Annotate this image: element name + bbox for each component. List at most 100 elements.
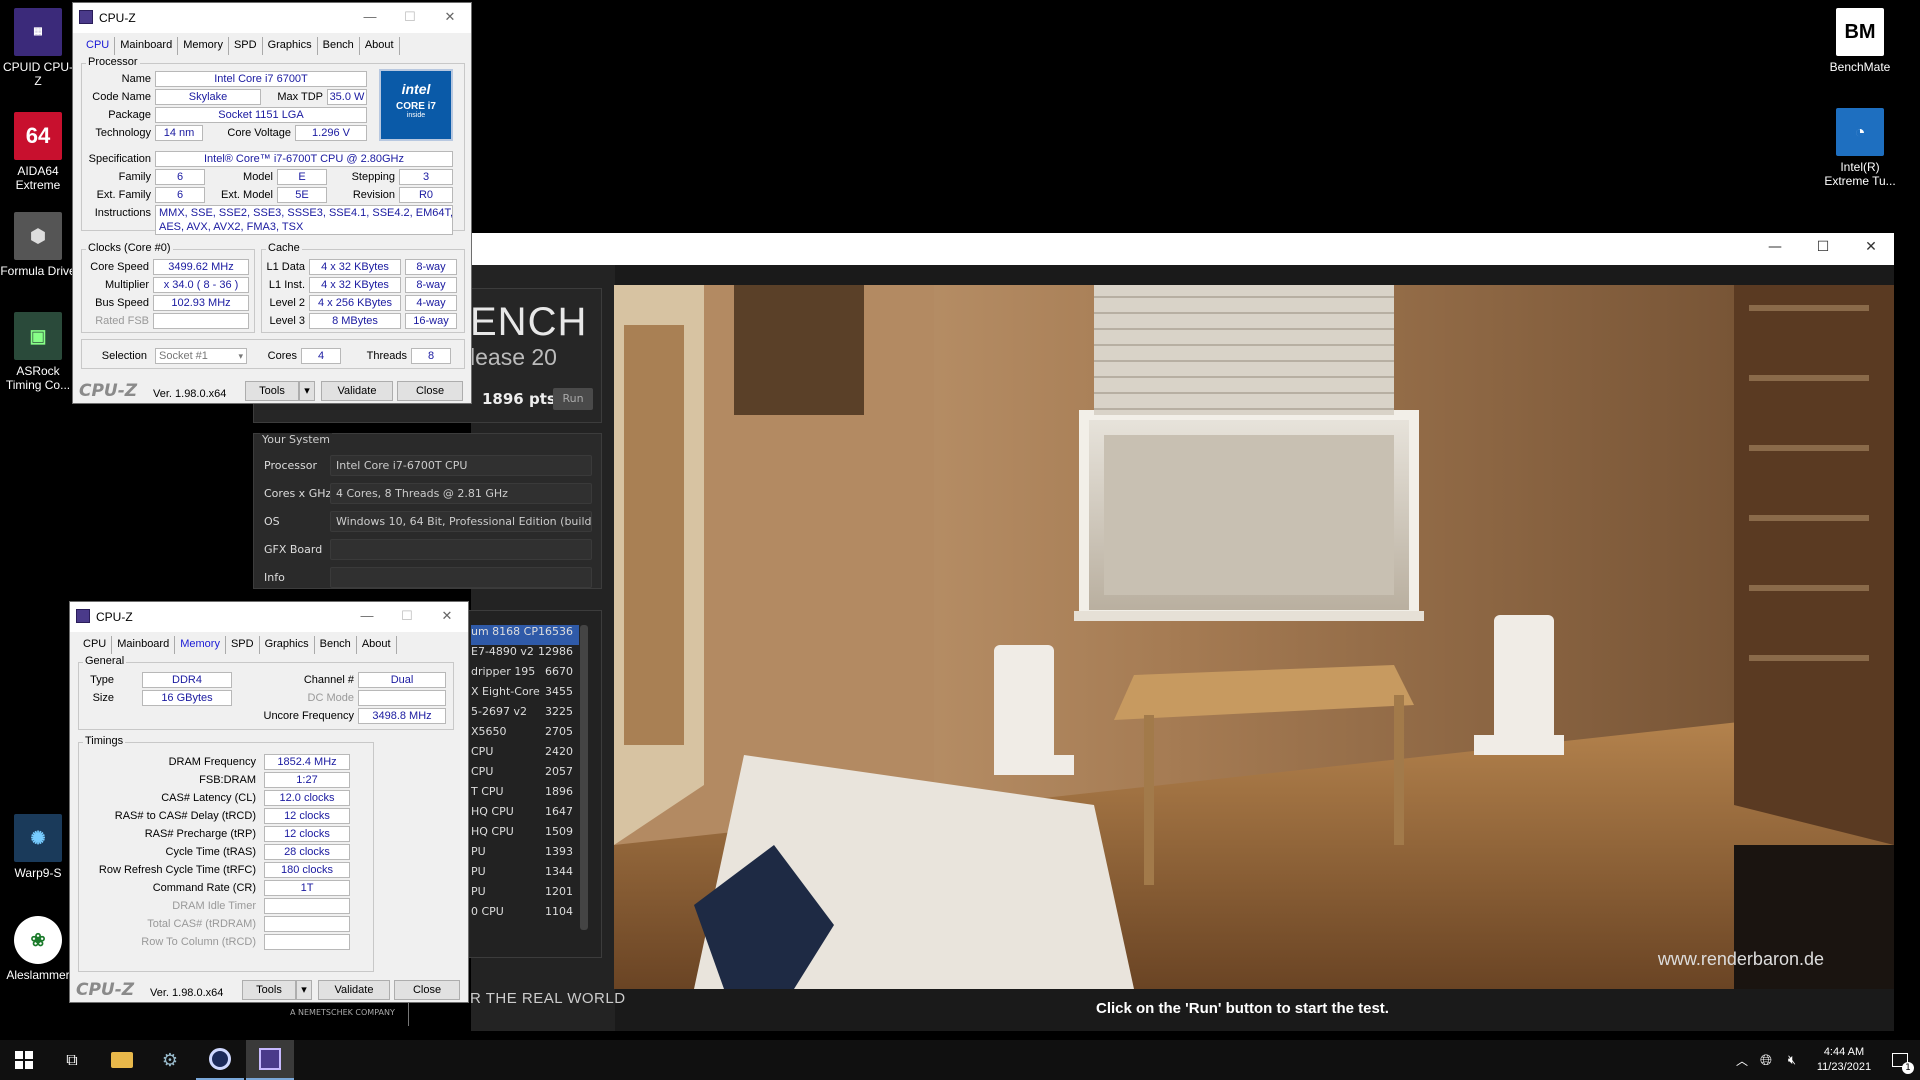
tab-mainboard[interactable]: Mainboard xyxy=(115,37,179,55)
ranking-row[interactable]: um 8168 CP 16536 xyxy=(471,625,579,645)
processor-group-label: Processor xyxy=(86,56,140,68)
start-button[interactable] xyxy=(0,1040,48,1080)
desktop-icon-intel-xtu[interactable]: ◔ Intel(R) Extreme Tu... xyxy=(1822,108,1898,188)
cpuz-tabs: CPU Mainboard Memory SPD Graphics Bench About xyxy=(78,636,397,654)
desktop-icon-label: Intel(R) Extreme Tu... xyxy=(1824,160,1896,188)
ranking-row[interactable]: 5-2697 v2 3225 xyxy=(471,705,579,725)
ranking-row[interactable]: CPU 2420 xyxy=(471,745,579,765)
tab-memory[interactable]: Memory xyxy=(175,636,226,654)
ranking-row[interactable]: HQ CPU 1509 xyxy=(471,825,579,845)
tools-dropdown-button[interactable]: ▾ xyxy=(296,980,312,1000)
system-row-label: OS xyxy=(264,515,280,528)
tools-button[interactable]: Tools xyxy=(242,980,296,1000)
ranking-row[interactable]: 0 CPU 1104 xyxy=(471,905,579,925)
ranking-row[interactable]: dripper 195 6670 xyxy=(471,665,579,685)
intel-logo-core: CORE i7 xyxy=(395,101,436,112)
ranking-row[interactable]: E7-4890 v2 12986 xyxy=(471,645,579,665)
desktop-icon-aida64[interactable]: 64 AIDA64 Extreme xyxy=(0,112,76,192)
ranking-row[interactable]: T CPU 1896 xyxy=(471,785,579,805)
selection-value: Socket #1 xyxy=(159,350,208,362)
close-button[interactable]: ✕ xyxy=(435,9,465,25)
timing-value: 12 clocks xyxy=(264,808,350,824)
cpuz-titlebar: CPU-Z — ☐ ✕ xyxy=(70,602,468,632)
tab-bench[interactable]: Bench xyxy=(318,37,360,55)
ranking-row[interactable]: PU 1393 xyxy=(471,845,579,865)
validate-button[interactable]: Validate xyxy=(318,980,390,1000)
taskbar-cinebench[interactable] xyxy=(196,1040,244,1080)
desktop-icon-asrock-timing[interactable]: ▣ ASRock Timing Co... xyxy=(0,312,76,392)
selection-dropdown[interactable]: Socket #1 ▾ xyxy=(155,348,247,364)
ranking-row[interactable]: PU 1344 xyxy=(471,865,579,885)
ranking-score: 12986 xyxy=(538,645,573,658)
network-button[interactable]: 🌐︎ xyxy=(1752,1040,1780,1080)
notifications-button[interactable]: 1 xyxy=(1880,1040,1920,1080)
desktop-icon-benchmate[interactable]: BM BenchMate xyxy=(1822,8,1898,74)
cpuz-tabs: CPU Mainboard Memory SPD Graphics Bench About xyxy=(81,37,400,55)
tab-graphics[interactable]: Graphics xyxy=(263,37,318,55)
maximize-button[interactable]: ☐ xyxy=(1800,239,1846,259)
ranking-cpu-name: 5-2697 v2 xyxy=(471,705,527,718)
ranking-row[interactable]: HQ CPU 1647 xyxy=(471,805,579,825)
close-window-button[interactable]: Close xyxy=(394,980,460,1000)
close-button[interactable]: ✕ xyxy=(1848,239,1894,259)
general-group-label: General xyxy=(83,655,127,667)
tab-cpu[interactable]: CPU xyxy=(81,37,116,55)
close-button[interactable]: ✕ xyxy=(432,608,462,624)
run-button[interactable]: Run xyxy=(553,388,593,410)
tab-about[interactable]: About xyxy=(357,636,397,654)
close-window-button[interactable]: Close xyxy=(397,381,463,401)
tools-button[interactable]: Tools xyxy=(245,381,299,401)
tab-memory[interactable]: Memory xyxy=(178,37,229,55)
codename-label: Code Name xyxy=(92,91,151,103)
timing-value: 28 clocks xyxy=(264,844,350,860)
tab-spd[interactable]: SPD xyxy=(229,37,263,55)
timing-value: 1852.4 MHz xyxy=(264,754,350,770)
tab-spd[interactable]: SPD xyxy=(226,636,260,654)
minimize-button[interactable]: — xyxy=(1752,239,1798,259)
tab-graphics[interactable]: Graphics xyxy=(260,636,315,654)
ranking-scrollbar[interactable] xyxy=(580,625,588,930)
extfamily-value: 6 xyxy=(155,187,205,203)
level3-label: Level 3 xyxy=(269,315,305,327)
chevron-down-icon: ▾ xyxy=(238,351,243,361)
volume-button[interactable]: 🔇︎ xyxy=(1778,1040,1806,1080)
level2-way: 4-way xyxy=(405,295,457,311)
taskbar-cpuz[interactable] xyxy=(246,1040,294,1080)
clock-button[interactable]: 4:44 AM 11/23/2021 xyxy=(1806,1040,1882,1080)
tab-bench[interactable]: Bench xyxy=(315,636,357,654)
timing-label: Cycle Time (tRAS) xyxy=(165,846,256,858)
clocks-group-label: Clocks (Core #0) xyxy=(86,242,173,254)
instructions-line-1: MMX, SSE, SSE2, SSE3, SSSE3, SSE4.1, SSE… xyxy=(159,207,453,219)
tab-mainboard[interactable]: Mainboard xyxy=(112,636,176,654)
family-label: Family xyxy=(118,171,151,183)
multiplier-label: Multiplier xyxy=(104,279,149,291)
level2-label: Level 2 xyxy=(269,297,305,309)
corevoltage-label: Core Voltage xyxy=(227,127,291,139)
desktop-icon-aleslammer[interactable]: ❀ Aleslammer xyxy=(0,916,76,982)
ranking-row[interactable]: X Eight-Core 3455 xyxy=(471,685,579,705)
ranking-cpu-name: CPU xyxy=(471,745,494,758)
tab-about[interactable]: About xyxy=(360,37,400,55)
room-scene: www.renderbaron.de xyxy=(614,285,1894,989)
level2-value: 4 x 256 KBytes xyxy=(309,295,401,311)
minimize-button[interactable]: — xyxy=(352,608,382,623)
cpuz-icon xyxy=(259,1048,281,1070)
ranking-row[interactable]: PU 1201 xyxy=(471,885,579,905)
ranking-row[interactable]: CPU 2057 xyxy=(471,765,579,785)
desktop-icon-warp9[interactable]: ✺ Warp9-S xyxy=(0,814,76,880)
cinebench-logo-title: ENCH xyxy=(470,300,588,344)
system-row-value: 4 Cores, 8 Threads @ 2.81 GHz xyxy=(330,483,592,504)
cinebench-titlebar: — ☐ ✕ xyxy=(471,233,1894,265)
tools-dropdown-button[interactable]: ▾ xyxy=(299,381,315,401)
desktop-icon-formula-drive[interactable]: ⬢ Formula Drive xyxy=(0,212,76,278)
ranking-row[interactable]: X5650 2705 xyxy=(471,725,579,745)
task-view-button[interactable]: ⧉ xyxy=(48,1040,96,1080)
validate-button[interactable]: Validate xyxy=(321,381,393,401)
desktop-icon-cpuz[interactable]: ▦ CPUID CPU-Z xyxy=(0,8,76,88)
taskbar-app-2[interactable]: ⚙ xyxy=(146,1040,194,1080)
minimize-button[interactable]: — xyxy=(355,9,385,24)
l1data-way: 8-way xyxy=(405,259,457,275)
taskbar-file-explorer[interactable] xyxy=(98,1040,146,1080)
tab-cpu[interactable]: CPU xyxy=(78,636,113,654)
dcmode-label: DC Mode xyxy=(307,692,354,704)
